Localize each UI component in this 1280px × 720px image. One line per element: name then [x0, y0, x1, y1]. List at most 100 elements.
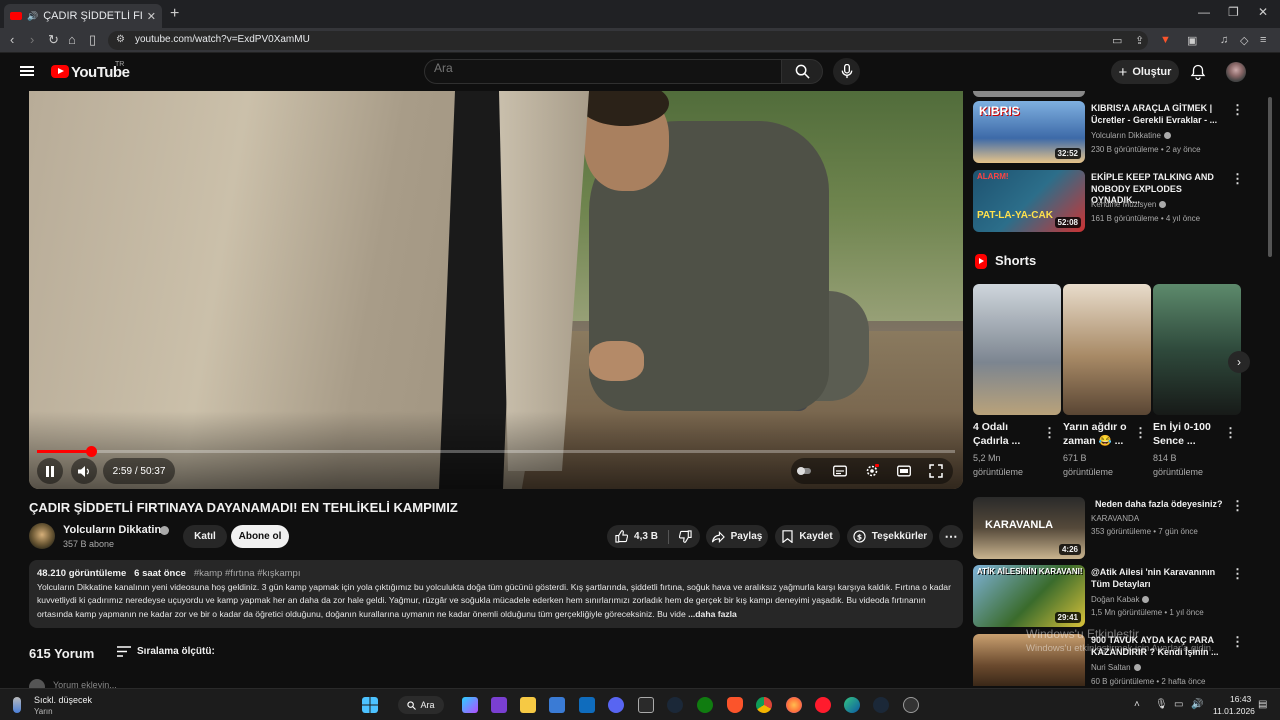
short-title[interactable]: Yarın ağdır o zaman 😂 ...: [1063, 420, 1133, 448]
short-thumbnail[interactable]: [1153, 284, 1241, 415]
dislike-icon[interactable]: [678, 530, 692, 543]
reload-icon[interactable]: ↻: [48, 32, 59, 48]
save-button[interactable]: Kaydet: [775, 525, 840, 548]
more-options-icon[interactable]: ⋮: [1231, 499, 1244, 513]
tab-close-icon[interactable]: ✕: [147, 10, 156, 23]
file-explorer-icon[interactable]: [520, 697, 536, 713]
recommendation-channel[interactable]: Doğan Kabak: [1091, 595, 1150, 604]
share-page-icon[interactable]: ⇪: [1135, 34, 1144, 47]
page-scrollbar[interactable]: [1268, 97, 1272, 257]
recommendation-title[interactable]: KIBRIS'A ARAÇLA GİTMEK | Ücretler - Gere…: [1091, 103, 1219, 126]
discord-icon[interactable]: [608, 697, 624, 713]
url-text[interactable]: youtube.com/watch?v=ExdPV0XamMU: [135, 34, 310, 45]
sort-by-label[interactable]: Sıralama ölçütü:: [137, 646, 215, 657]
vpn-icon[interactable]: ◇: [1240, 34, 1248, 47]
sidebar-toggle-icon[interactable]: ▣: [1187, 34, 1197, 47]
windows-start-icon[interactable]: [362, 697, 378, 713]
recommendation-channel[interactable]: Kendine Müzisyen: [1091, 200, 1167, 209]
more-options-icon[interactable]: ⋮: [1231, 172, 1244, 186]
firefox-icon[interactable]: [786, 697, 802, 713]
like-count[interactable]: 4,3 B: [634, 531, 658, 542]
subtitles-icon[interactable]: [833, 464, 847, 478]
chrome-icon[interactable]: [756, 697, 772, 713]
window-close-icon[interactable]: ✕: [1258, 5, 1268, 19]
recommendation-thumbnail[interactable]: KARAVANLA 4:26: [973, 497, 1085, 559]
short-title[interactable]: En İyi 0-100 Sence ...: [1153, 420, 1223, 448]
steam-alt-icon[interactable]: [873, 697, 889, 713]
thermometer-icon[interactable]: [13, 697, 21, 713]
show-more-link[interactable]: ...daha fazla: [688, 609, 737, 619]
more-options-icon[interactable]: ⋮: [1231, 635, 1244, 649]
short-thumbnail[interactable]: [973, 284, 1061, 415]
recommendation-channel[interactable]: Nuri Saltan: [1091, 663, 1141, 672]
copilot-icon[interactable]: [462, 697, 478, 713]
youtube-logo-icon[interactable]: [51, 65, 69, 78]
channel-avatar[interactable]: [29, 523, 55, 549]
short-more-options-icon[interactable]: ⋮: [1224, 426, 1237, 440]
description-box[interactable]: 48.210 görüntüleme 6 saat önce #kamp #fı…: [29, 560, 963, 628]
brave-shield-icon[interactable]: ▼: [1160, 34, 1171, 46]
short-thumbnail[interactable]: [1063, 284, 1151, 415]
xbox-icon[interactable]: [697, 697, 713, 713]
notifications-bell-icon[interactable]: [1190, 64, 1206, 80]
recommendation-title[interactable]: Neden daha fazla ödeyesiniz?: [1095, 499, 1223, 511]
site-info-icon[interactable]: ⚙: [116, 34, 125, 45]
steam-icon[interactable]: [667, 697, 683, 713]
thanks-button[interactable]: $ Teşekkürler: [847, 525, 933, 548]
account-avatar[interactable]: [1226, 62, 1246, 82]
recommendation-thumbnail[interactable]: KIBRIS 32:52: [973, 101, 1085, 163]
pause-button[interactable]: [37, 458, 63, 484]
tray-volume-icon[interactable]: 🔊: [1191, 699, 1203, 710]
clock-time[interactable]: 16:43: [1230, 694, 1251, 704]
back-icon[interactable]: ‹: [10, 32, 14, 47]
shorts-next-button[interactable]: ›: [1228, 351, 1250, 373]
cast-icon[interactable]: ▭: [1112, 34, 1122, 47]
bookmark-icon[interactable]: ▯: [89, 32, 96, 48]
recommendation-channel[interactable]: KARAVANDA: [1091, 514, 1139, 523]
weather-text[interactable]: Sıckl. düşecek: [34, 695, 92, 705]
recommendation-thumbnail-partial[interactable]: [973, 91, 1085, 97]
seek-bar[interactable]: [37, 446, 955, 457]
recommendation-thumbnail[interactable]: ATİK AİLESİNİN KARAVANI! 29:41: [973, 565, 1085, 627]
tray-chevron-icon[interactable]: ˄: [1134, 699, 1140, 710]
hashtags[interactable]: #kamp #fırtına #kışkampı: [194, 568, 301, 579]
edge-icon[interactable]: [844, 697, 860, 713]
store-icon[interactable]: [549, 697, 565, 713]
epic-games-icon[interactable]: [638, 697, 654, 713]
sort-icon[interactable]: [117, 646, 131, 657]
speaker-icon[interactable]: 🔊: [27, 11, 38, 22]
more-actions-button[interactable]: ⋯: [939, 525, 963, 548]
clock-date[interactable]: 11.01.2026: [1213, 706, 1255, 716]
tray-microphone-icon[interactable]: 🎙: [1155, 699, 1168, 710]
notifications-icon[interactable]: ▤: [1258, 699, 1267, 710]
join-button[interactable]: Katıl: [183, 525, 227, 548]
brave-browser-icon[interactable]: [727, 697, 743, 713]
mute-button[interactable]: [71, 458, 97, 484]
short-more-options-icon[interactable]: ⋮: [1134, 426, 1147, 440]
more-options-icon[interactable]: ⋮: [1231, 567, 1244, 581]
media-icon[interactable]: ♫: [1220, 34, 1228, 46]
channel-name[interactable]: Yolcuların Dikkatine: [63, 524, 167, 536]
search-button[interactable]: [781, 59, 823, 84]
restore-icon[interactable]: ❐: [1228, 5, 1239, 19]
short-more-options-icon[interactable]: ⋮: [1043, 426, 1056, 440]
home-icon[interactable]: ⌂: [68, 32, 76, 47]
autoplay-toggle-icon[interactable]: [797, 464, 811, 478]
outlook-icon[interactable]: [579, 697, 595, 713]
share-button[interactable]: Paylaş: [706, 525, 768, 548]
more-options-icon[interactable]: ⋮: [1231, 103, 1244, 117]
search-input[interactable]: [434, 61, 764, 75]
recommendation-thumbnail[interactable]: ALARM! PAT-LA-YA-CAK 52:08: [973, 170, 1085, 232]
browser-menu-icon[interactable]: ≡: [1260, 34, 1266, 46]
forward-icon[interactable]: ›: [30, 32, 34, 47]
like-icon[interactable]: [615, 530, 629, 543]
browser-tab[interactable]: 🔊 ÇADIR ŞİDDETLİ FIRTINAYA D ✕: [4, 4, 162, 28]
voice-search-button[interactable]: [833, 58, 860, 85]
fullscreen-icon[interactable]: [929, 464, 943, 478]
github-icon[interactable]: [903, 697, 919, 713]
recommendation-title[interactable]: @Atik Ailesi 'nin Karavanının Tüm Detayl…: [1091, 567, 1219, 590]
minimize-icon[interactable]: —: [1198, 5, 1210, 19]
hamburger-menu-icon[interactable]: [20, 66, 34, 76]
short-title[interactable]: 4 Odalı Çadırla ...: [973, 420, 1043, 448]
opera-icon[interactable]: [815, 697, 831, 713]
